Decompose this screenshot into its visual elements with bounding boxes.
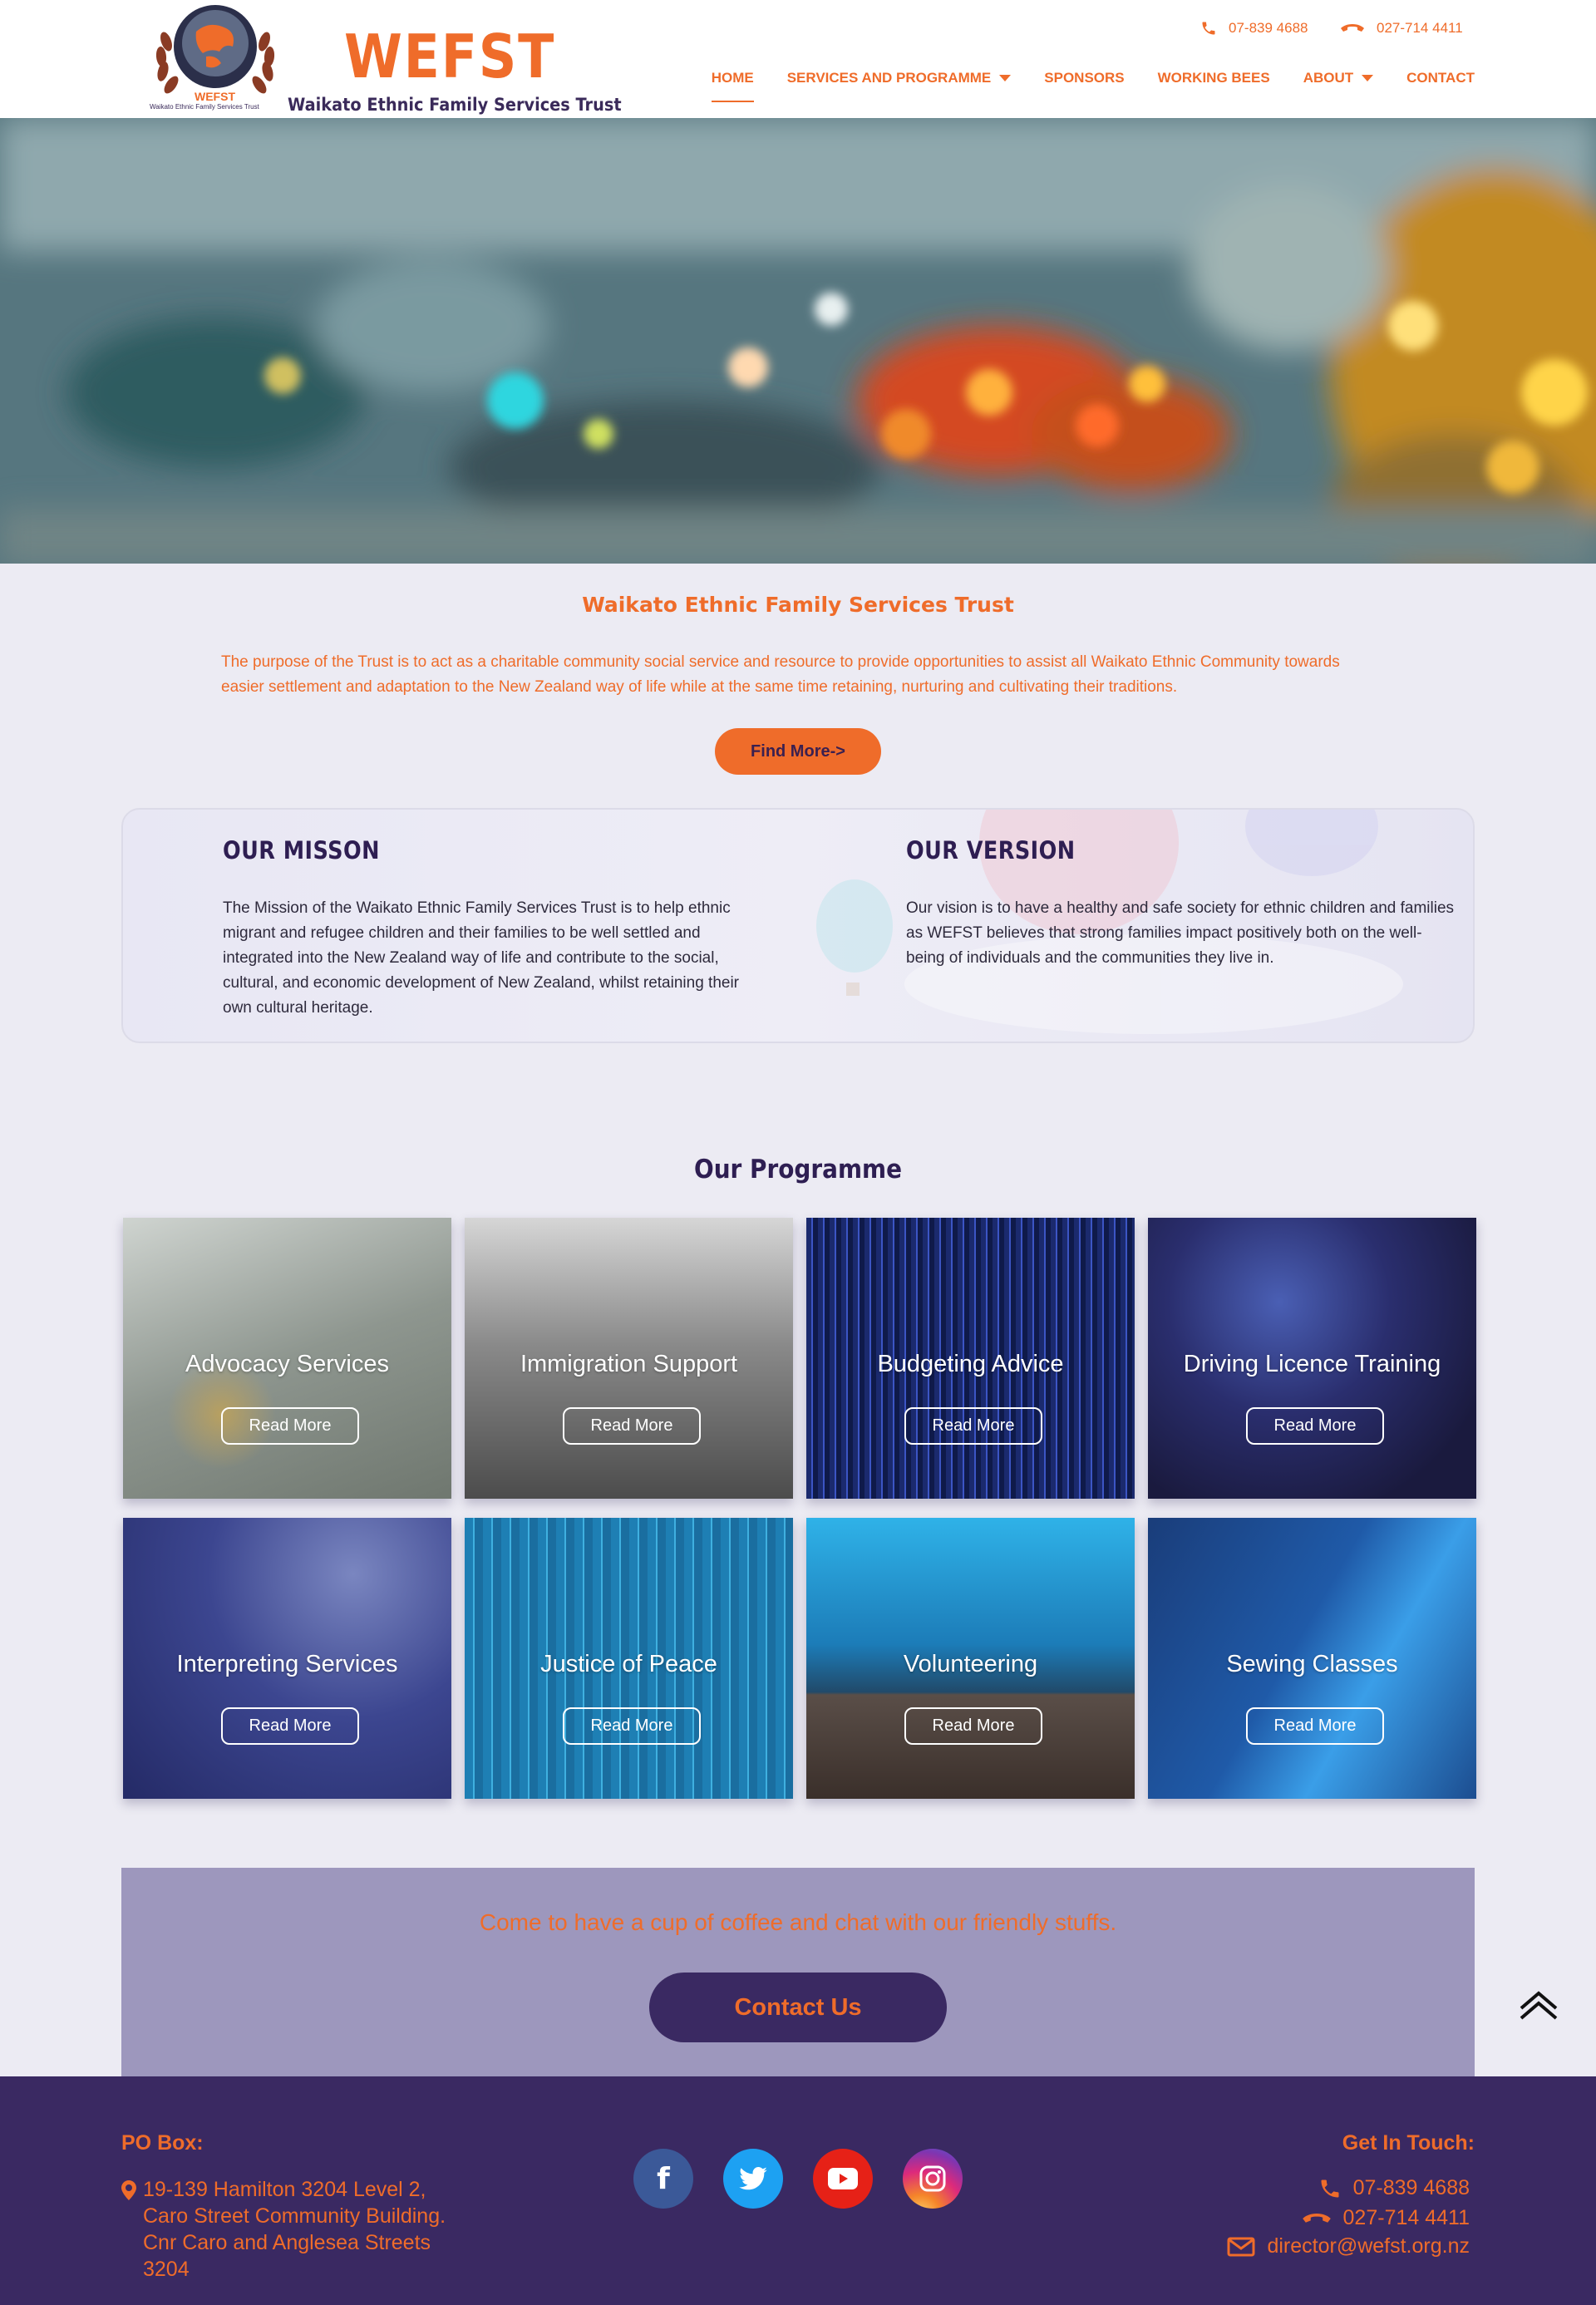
footer-email[interactable]: director@wefst.org.nz	[1227, 2234, 1470, 2258]
vision-title: OUR VERSION	[906, 836, 1076, 864]
nav-about[interactable]: ABOUT	[1303, 70, 1374, 86]
phone-icon	[1202, 22, 1215, 35]
card-title: Driving Licence Training	[1183, 1351, 1441, 1377]
nav-services-label: SERVICES AND PROGRAMME	[786, 70, 992, 86]
nav-services-and-programme[interactable]: SERVICES AND PROGRAMME	[787, 70, 1012, 86]
logo-ring-text: Waikato Ethnic Family Services Trust	[150, 103, 259, 111]
youtube-icon[interactable]	[813, 2149, 873, 2209]
programme-card-sewing-classes[interactable]: Sewing Classes Read More	[1148, 1518, 1476, 1799]
mail-icon	[1227, 2237, 1255, 2256]
footer-address: 19-139 Hamilton 3204 Level 2, Caro Stree…	[143, 2178, 446, 2281]
programme-card-interpreting-services[interactable]: Interpreting Services Read More	[123, 1518, 451, 1799]
read-more-button[interactable]: Read More	[1246, 1407, 1384, 1445]
vision-text: Our vision is to have a healthy and safe…	[906, 899, 1455, 967]
footer-phone-2[interactable]: 027-714 4411	[1302, 2206, 1470, 2230]
programme-card-driving-licence-training[interactable]: Driving Licence Training Read More	[1148, 1218, 1476, 1499]
contact-cta-panel: Come to have a cup of coffee and chat wi…	[121, 1868, 1475, 2076]
card-title: Sewing Classes	[1226, 1651, 1398, 1677]
nav-about-label: ABOUT	[1303, 70, 1354, 86]
site-footer: PO Box: 19-139 Hamilton 3204 Level 2, Ca…	[0, 2076, 1596, 2305]
nav-sponsors-label: SPONSORS	[1044, 70, 1125, 86]
phone-icon	[1321, 2179, 1339, 2197]
facebook-icon[interactable]: f	[633, 2149, 693, 2209]
instagram-glyph	[919, 2165, 946, 2192]
footer-phone-2-text: 027-714 4411	[1342, 2206, 1470, 2229]
caret-down-icon	[1362, 75, 1374, 81]
site-header: WEFST Waikato Ethnic Family Services Tru…	[0, 0, 1596, 118]
programme-card-justice-of-peace[interactable]: Justice of Peace Read More	[465, 1518, 793, 1799]
main-nav: HOME SERVICES AND PROGRAMME SPONSORS WOR…	[678, 70, 1475, 102]
read-more-button[interactable]: Read More	[563, 1407, 701, 1445]
brand-tagline: Waikato Ethnic Family Services Trust	[288, 95, 622, 115]
twitter-glyph	[739, 2167, 767, 2190]
card-title: Advocacy Services	[185, 1351, 389, 1377]
mission-title: OUR MISSON	[223, 836, 380, 864]
contact-us-button[interactable]: Contact Us	[649, 1973, 947, 2042]
scroll-to-top-icon[interactable]	[1518, 1988, 1559, 2023]
programme-title: Our Programme	[693, 1155, 903, 1185]
caret-down-icon	[999, 75, 1012, 81]
nav-home[interactable]: HOME	[711, 70, 754, 102]
nav-sponsors[interactable]: SPONSORS	[1044, 70, 1124, 86]
nav-working-bees[interactable]: WORKING BEES	[1158, 70, 1270, 86]
read-more-button[interactable]: Read More	[221, 1707, 359, 1745]
phone-handset-icon	[1302, 2213, 1331, 2223]
programme-card-volunteering[interactable]: Volunteering Read More	[806, 1518, 1135, 1799]
card-title: Interpreting Services	[176, 1651, 398, 1677]
programme-card-immigration-support[interactable]: Immigration Support Read More	[465, 1218, 793, 1499]
nav-working-bees-label: WORKING BEES	[1157, 70, 1270, 86]
intro-title: Waikato Ethnic Family Services Trust	[582, 593, 1014, 617]
find-more-button[interactable]: Find More->	[715, 728, 881, 775]
nav-contact-label: CONTACT	[1406, 70, 1475, 86]
card-title: Volunteering	[903, 1651, 1038, 1677]
footer-email-text: director@wefst.org.nz	[1267, 2234, 1470, 2258]
read-more-button[interactable]: Read More	[904, 1707, 1042, 1745]
card-title: Immigration Support	[520, 1351, 738, 1377]
logo-circle-text: WEFST	[195, 90, 235, 103]
header-phone-1[interactable]: 07-839 4688	[1200, 20, 1308, 37]
read-more-button[interactable]: Read More	[1246, 1707, 1384, 1745]
nav-contact[interactable]: CONTACT	[1406, 70, 1475, 86]
facebook-glyph: f	[657, 2161, 670, 2196]
map-pin-icon	[121, 2180, 136, 2200]
read-more-button[interactable]: Read More	[563, 1707, 701, 1745]
header-phone-1-text: 07-839 4688	[1229, 20, 1308, 36]
card-title: Justice of Peace	[540, 1651, 717, 1677]
programme-card-advocacy-services[interactable]: Advocacy Services Read More	[123, 1218, 451, 1499]
footer-phone-1-text: 07-839 4688	[1352, 2176, 1470, 2199]
mission-vision-panel: OUR MISSON The Mission of the Waikato Et…	[121, 808, 1475, 1043]
youtube-glyph	[828, 2168, 858, 2189]
nav-home-label: HOME	[711, 70, 754, 86]
header-phone-2[interactable]: 027-714 4411	[1340, 20, 1463, 37]
read-more-button[interactable]: Read More	[904, 1407, 1042, 1445]
get-in-touch-heading: Get In Touch:	[1342, 2131, 1475, 2155]
phone-handset-icon	[1341, 24, 1364, 32]
brand-name[interactable]: WEFST	[344, 27, 555, 86]
intro-text: The purpose of the Trust is to act as a …	[221, 653, 1340, 696]
mission-text: The Mission of the Waikato Ethnic Family…	[223, 899, 739, 1017]
footer-phone-1[interactable]: 07-839 4688	[1318, 2176, 1470, 2200]
programme-card-budgeting-advice[interactable]: Budgeting Advice Read More	[806, 1218, 1135, 1499]
read-more-button[interactable]: Read More	[221, 1407, 359, 1445]
twitter-icon[interactable]	[723, 2149, 783, 2209]
cta-text: Come to have a cup of coffee and chat wi…	[479, 1909, 1117, 1935]
po-box-heading: PO Box:	[121, 2131, 204, 2155]
instagram-icon[interactable]	[903, 2149, 963, 2209]
hero-banner-image	[0, 118, 1596, 564]
card-title: Budgeting Advice	[877, 1351, 1064, 1377]
header-phone-2-text: 027-714 4411	[1377, 20, 1463, 36]
